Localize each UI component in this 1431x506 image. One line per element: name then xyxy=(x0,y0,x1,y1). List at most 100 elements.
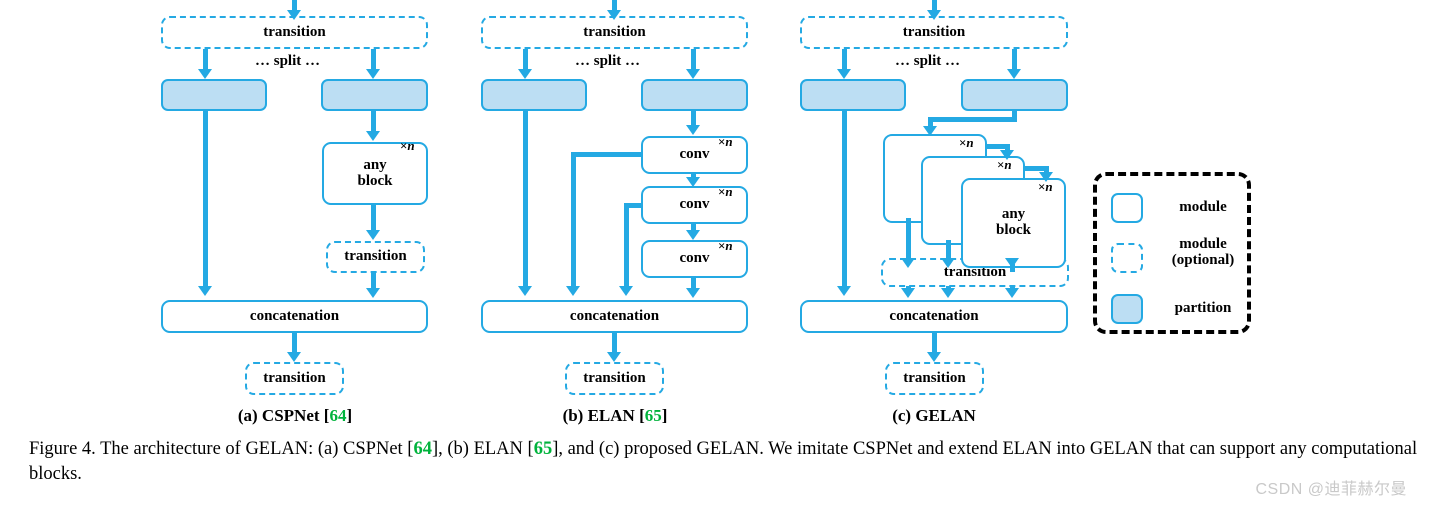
panel-c-block2-out-arrow xyxy=(941,258,955,268)
panel-b-to-conv1-arrow xyxy=(686,125,700,135)
subcaption-a-ref: 64 xyxy=(329,406,347,425)
panel-c-trans-out-arrow-2 xyxy=(941,288,955,298)
legend-swatch-module-icon xyxy=(1111,193,1143,223)
subcaption-b-text: (b) ELAN xyxy=(562,406,640,425)
panel-c-split-label: … split … xyxy=(895,53,961,69)
panel-c-split-left-arrow xyxy=(837,69,851,79)
panel-a-bypass-arrow xyxy=(198,286,212,296)
panel-c-concatenation: concatenation xyxy=(800,300,1068,333)
panel-c-concat-out-line xyxy=(932,332,937,354)
subcaption-c: (c) GELAN xyxy=(800,406,1068,426)
panel-a-partition-right xyxy=(321,79,428,111)
panel-b-concat-out-arrow xyxy=(607,352,621,362)
panel-c-split-right-arrow xyxy=(1007,69,1021,79)
caption-ref-65: 65 xyxy=(533,439,553,459)
panel-b-tap2-vertical xyxy=(624,203,629,286)
legend-box: module module (optional) partition xyxy=(1093,172,1251,334)
panel-c-any-block-3-xn: ×n xyxy=(1038,179,1053,194)
panel-b-conv2-to-conv3-arrow xyxy=(686,230,700,240)
panel-b-concatenation: concatenation xyxy=(481,300,748,333)
panel-b-split-right-line xyxy=(691,49,696,71)
legend-row-module: module xyxy=(1097,187,1247,229)
panel-a-split-label: … split … xyxy=(255,53,321,69)
panel-c-bypass-line xyxy=(842,108,847,286)
panel-a-concat-out-line xyxy=(292,332,297,354)
panel-c-feed-horizontal xyxy=(928,117,1017,122)
panel-b-concat-out-line xyxy=(612,332,617,354)
panel-a-trans-to-concat-arrow xyxy=(366,288,380,298)
panel-a-to-anyblock-arrow xyxy=(366,131,380,141)
panel-c-transition-top: transition xyxy=(800,16,1068,49)
legend-label-module-optional: module (optional) xyxy=(1155,236,1251,268)
panel-b-conv-3-xn: ×n xyxy=(718,238,733,253)
panel-b-bypass-arrow xyxy=(518,286,532,296)
legend-label-partition: partition xyxy=(1174,300,1232,316)
panel-c-concat-out-arrow xyxy=(927,352,941,362)
panel-b-partition-left xyxy=(481,79,587,111)
panel-b-tap1-arrow xyxy=(566,286,580,296)
panel-c-partition-left xyxy=(800,79,906,111)
panel-c-any-block-2-xn: ×n xyxy=(997,157,1012,172)
legend-row-partition: partition xyxy=(1097,289,1247,331)
caption-part-2: ], (b) ELAN [ xyxy=(431,439,534,459)
panel-c-block3-out-arrow xyxy=(1005,258,1019,268)
panel-a-transition-mid: transition xyxy=(326,241,425,273)
panel-b-transition-top: transition xyxy=(481,16,748,49)
panel-a-any-block-line1: any xyxy=(363,156,387,173)
panel-b-bypass-line xyxy=(523,108,528,286)
figure-caption: Figure 4. The architecture of GELAN: (a)… xyxy=(29,437,1419,487)
panel-a-split-right-line xyxy=(371,49,376,71)
panel-a-concatenation: concatenation xyxy=(161,300,428,333)
subcaption-a-text: (a) CSPNet xyxy=(237,406,324,425)
panel-a-transition-bottom: transition xyxy=(245,362,344,395)
panel-a-split-left-line xyxy=(203,49,208,71)
panel-c-partition-right xyxy=(961,79,1068,111)
subcaption-a-bracket-close: ] xyxy=(346,406,353,425)
panel-c-split-left-line xyxy=(842,49,847,71)
legend-swatch-module-optional-icon xyxy=(1111,243,1143,273)
panel-b-split-left-line xyxy=(523,49,528,71)
subcaption-a: (a) CSPNet [64] xyxy=(161,406,429,426)
panel-a-split-right-arrow xyxy=(366,69,380,79)
panel-b-conv-2-xn: ×n xyxy=(718,184,733,199)
panel-c-any-block-line2: block xyxy=(995,222,1031,238)
panel-c-trans-out-arrow-3 xyxy=(1005,288,1019,298)
caption-ref-64: 64 xyxy=(413,439,432,459)
panel-a-concat-out-arrow xyxy=(287,352,301,362)
architecture-diagram: transition … split … any block ×n transi… xyxy=(0,0,1431,430)
panel-c-any-block-1-xn: ×n xyxy=(959,135,974,150)
caption-part-1: The architecture of GELAN: (a) CSPNet [ xyxy=(95,439,414,459)
panel-b-tap1-vertical xyxy=(571,152,576,286)
panel-a-anyblock-to-trans-arrow xyxy=(366,230,380,240)
legend-label-module: module xyxy=(1179,199,1227,215)
panel-c-block1-out-line xyxy=(906,218,911,262)
legend-row-module-optional: module (optional) xyxy=(1097,234,1247,276)
panel-c-trans-out-arrow-1 xyxy=(901,288,915,298)
legend-swatch-partition-icon xyxy=(1111,294,1143,324)
panel-a-bypass-line xyxy=(203,108,208,286)
panel-a-to-anyblock-line xyxy=(371,108,376,133)
legend-label-module-optional-line1: module xyxy=(1179,236,1227,252)
panel-a-transition-top: transition xyxy=(161,16,428,49)
panel-b-split-right-arrow xyxy=(686,69,700,79)
panel-c-bypass-arrow xyxy=(837,286,851,296)
subcaption-b-bracket-close: ] xyxy=(661,406,668,425)
panel-a-anyblock-to-trans-line xyxy=(371,204,376,232)
figure-4-gelan-architecture: transition … split … any block ×n transi… xyxy=(0,0,1431,506)
panel-a-split-left-arrow xyxy=(198,69,212,79)
legend-label-module-optional-line2: (optional) xyxy=(1171,252,1235,269)
panel-a-any-block-xn: ×n xyxy=(400,138,415,153)
panel-b-conv3-to-concat-arrow xyxy=(686,288,700,298)
panel-c-transition-bottom: transition xyxy=(885,362,984,395)
panel-c-block1-out-arrow xyxy=(901,258,915,268)
caption-prefix: Figure 4. xyxy=(29,439,96,459)
csdn-watermark: CSDN @迪菲赫尔曼 xyxy=(1255,481,1407,498)
subcaption-c-text: (c) GELAN xyxy=(892,406,976,425)
panel-b-tap2-arrow xyxy=(619,286,633,296)
subcaption-b: (b) ELAN [65] xyxy=(481,406,749,426)
panel-b-transition-bottom: transition xyxy=(565,362,664,395)
panel-b-split-label: … split … xyxy=(575,53,641,69)
panel-c-any-block-line1: any xyxy=(1001,206,1026,223)
panel-b-tap1-horizontal xyxy=(571,152,645,157)
panel-a-any-block-line2: block xyxy=(357,172,393,189)
